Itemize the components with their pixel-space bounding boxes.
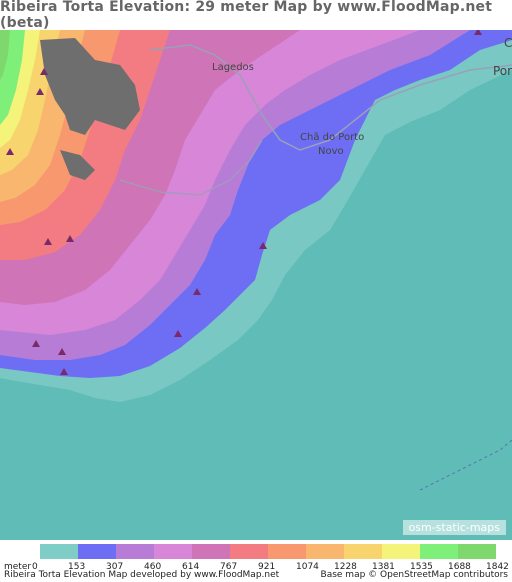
- legend-swatch: [192, 544, 230, 559]
- place-label-lagedos: Lagedos: [212, 62, 254, 73]
- osm-static-maps-badge: osm-static-maps: [402, 520, 506, 535]
- legend-swatch: [306, 544, 344, 559]
- legend-swatch: [154, 544, 192, 559]
- title-bar: Ribeira Torta Elevation: 29 meter Map by…: [0, 0, 512, 31]
- legend-swatch: [420, 544, 458, 559]
- legend-swatch: [116, 544, 154, 559]
- legend-swatch: [40, 544, 78, 559]
- footer-credit: Ribeira Torta Elevation Map developed by…: [4, 570, 280, 580]
- map-canvas: Lagedos Chã do Porto Novo Por C: [0, 30, 512, 540]
- legend-swatch: [382, 544, 420, 559]
- legend-swatch: [344, 544, 382, 559]
- elevation-map[interactable]: Lagedos Chã do Porto Novo Por C osm-stat…: [0, 30, 512, 540]
- place-label-cha-do-porto: Chã do Porto: [300, 132, 364, 143]
- place-label-novo: Novo: [318, 146, 344, 157]
- legend-swatch: [230, 544, 268, 559]
- legend-swatch: [458, 544, 496, 559]
- place-label-por: Por: [493, 64, 512, 78]
- legend-swatches: [40, 544, 496, 559]
- legend-value: 1074: [296, 562, 319, 572]
- elevation-legend: meter 0 153 307 460 614 767 921 1074 1228 1381 1535…: [0, 540, 512, 582]
- legend-swatch: [78, 544, 116, 559]
- legend-swatch: [268, 544, 306, 559]
- place-label-c: C: [504, 36, 512, 50]
- footer-basemap-credit: Base map © OpenStreetMap contributors: [320, 570, 508, 580]
- map-title: Ribeira Torta Elevation: 29 meter Map by…: [0, 0, 493, 31]
